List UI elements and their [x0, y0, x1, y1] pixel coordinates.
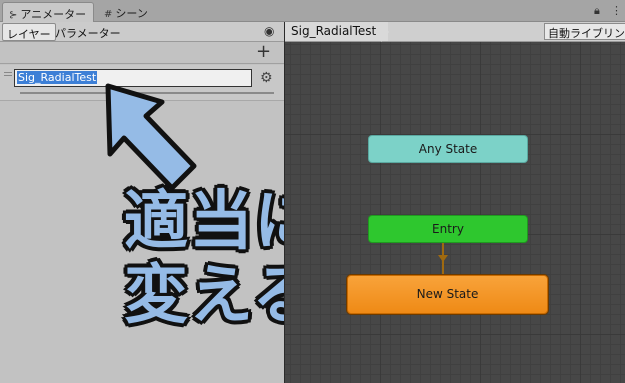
transition-arrowhead [438, 255, 448, 262]
breadcrumb[interactable]: Sig_RadialTest [285, 22, 389, 41]
auto-live-link-toggle[interactable]: 自動ライブリンク [544, 23, 625, 40]
entry-node[interactable]: Entry [368, 215, 528, 243]
any-state-node[interactable]: Any State [368, 135, 528, 163]
new-state-node[interactable]: New State [347, 275, 548, 314]
breadcrumb-arrow [381, 22, 389, 42]
state-machine-graph[interactable]: Sig_RadialTest 自動ライブリンク Any State Entry … [284, 22, 625, 383]
graph-toolbar: Sig_RadialTest 自動ライブリンク [285, 22, 625, 42]
